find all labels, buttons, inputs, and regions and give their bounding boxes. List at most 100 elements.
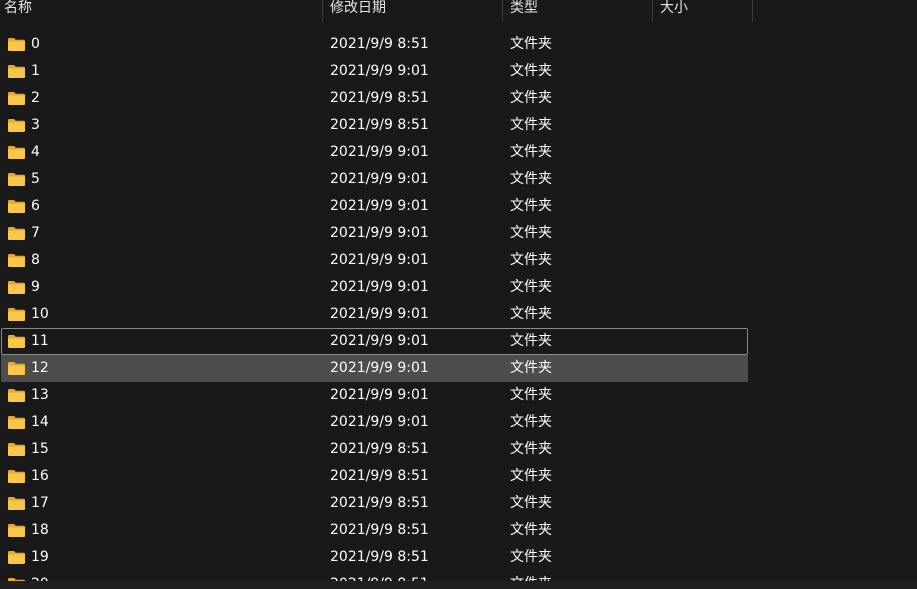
row-date-modified: 2021/9/9 9:01 bbox=[330, 414, 429, 430]
row-name: 14 bbox=[31, 414, 49, 430]
row-name: 12 bbox=[31, 360, 49, 376]
row-date-modified: 2021/9/9 8:51 bbox=[330, 549, 429, 565]
table-row[interactable]: 15 2021/9/9 8:51 文件夹 bbox=[1, 436, 748, 463]
folder-icon bbox=[8, 335, 25, 348]
row-name: 13 bbox=[31, 387, 49, 403]
row-type: 文件夹 bbox=[510, 279, 552, 295]
column-header-type[interactable]: 类型 bbox=[503, 0, 652, 22]
folder-icon bbox=[8, 146, 25, 159]
row-date-modified: 2021/9/9 9:01 bbox=[330, 225, 429, 241]
folder-icon bbox=[8, 119, 25, 132]
folder-icon bbox=[8, 254, 25, 267]
row-type: 文件夹 bbox=[510, 441, 552, 457]
row-date-modified: 2021/9/9 8:51 bbox=[330, 90, 429, 106]
table-row[interactable]: 2 2021/9/9 8:51 文件夹 bbox=[1, 85, 748, 112]
column-header-date-modified[interactable]: 修改日期 bbox=[323, 0, 502, 22]
table-row[interactable]: 12 2021/9/9 9:01 文件夹 bbox=[1, 355, 748, 382]
row-date-modified: 2021/9/9 8:51 bbox=[330, 468, 429, 484]
folder-icon bbox=[8, 308, 25, 321]
row-type: 文件夹 bbox=[510, 252, 552, 268]
folder-icon bbox=[8, 470, 25, 483]
table-row[interactable]: 13 2021/9/9 9:01 文件夹 bbox=[1, 382, 748, 409]
folder-icon bbox=[8, 200, 25, 213]
row-date-modified: 2021/9/9 8:51 bbox=[330, 36, 429, 52]
table-row[interactable]: 16 2021/9/9 8:51 文件夹 bbox=[1, 463, 748, 490]
row-type: 文件夹 bbox=[510, 468, 552, 484]
row-name: 6 bbox=[31, 198, 40, 214]
folder-icon bbox=[8, 281, 25, 294]
row-date-modified: 2021/9/9 9:01 bbox=[330, 387, 429, 403]
folder-icon bbox=[8, 551, 25, 564]
folder-icon bbox=[8, 227, 25, 240]
row-name: 1 bbox=[31, 63, 40, 79]
row-type: 文件夹 bbox=[510, 36, 552, 52]
row-date-modified: 2021/9/9 9:01 bbox=[330, 306, 429, 322]
row-name: 4 bbox=[31, 144, 40, 160]
folder-icon bbox=[8, 362, 25, 375]
row-name: 15 bbox=[31, 441, 49, 457]
column-divider[interactable] bbox=[752, 0, 753, 22]
row-type: 文件夹 bbox=[510, 225, 552, 241]
folder-icon bbox=[8, 443, 25, 456]
row-type: 文件夹 bbox=[510, 360, 552, 376]
table-row[interactable]: 11 2021/9/9 9:01 文件夹 bbox=[1, 328, 748, 355]
table-row[interactable]: 9 2021/9/9 9:01 文件夹 bbox=[1, 274, 748, 301]
folder-icon bbox=[8, 497, 25, 510]
row-date-modified: 2021/9/9 9:01 bbox=[330, 333, 429, 349]
row-type: 文件夹 bbox=[510, 171, 552, 187]
table-row[interactable]: 17 2021/9/9 8:51 文件夹 bbox=[1, 490, 748, 517]
row-name: 19 bbox=[31, 549, 49, 565]
row-name: 10 bbox=[31, 306, 49, 322]
table-row[interactable]: 8 2021/9/9 9:01 文件夹 bbox=[1, 247, 748, 274]
row-name: 5 bbox=[31, 171, 40, 187]
file-explorer-details-view: 名称 修改日期 类型 大小 0 2021/9/9 8:51 文件夹 1 2021/9/9… bbox=[0, 0, 917, 589]
folder-icon bbox=[8, 65, 25, 78]
row-type: 文件夹 bbox=[510, 198, 552, 214]
row-date-modified: 2021/9/9 9:01 bbox=[330, 252, 429, 268]
row-date-modified: 2021/9/9 9:01 bbox=[330, 171, 429, 187]
table-row[interactable]: 18 2021/9/9 8:51 文件夹 bbox=[1, 517, 748, 544]
row-type: 文件夹 bbox=[510, 306, 552, 322]
row-name: 11 bbox=[31, 333, 49, 349]
table-row[interactable]: 1 2021/9/9 9:01 文件夹 bbox=[1, 58, 748, 85]
table-row[interactable]: 4 2021/9/9 9:01 文件夹 bbox=[1, 139, 748, 166]
table-row[interactable]: 10 2021/9/9 9:01 文件夹 bbox=[1, 301, 748, 328]
row-name: 8 bbox=[31, 252, 40, 268]
row-type: 文件夹 bbox=[510, 90, 552, 106]
row-type: 文件夹 bbox=[510, 414, 552, 430]
table-row[interactable]: 5 2021/9/9 9:01 文件夹 bbox=[1, 166, 748, 193]
row-type: 文件夹 bbox=[510, 522, 552, 538]
folder-icon bbox=[8, 173, 25, 186]
column-header-size[interactable]: 大小 bbox=[653, 0, 752, 22]
row-type: 文件夹 bbox=[510, 549, 552, 565]
row-date-modified: 2021/9/9 8:51 bbox=[330, 441, 429, 457]
row-date-modified: 2021/9/9 8:51 bbox=[330, 495, 429, 511]
column-header: 名称 修改日期 类型 大小 bbox=[0, 0, 917, 22]
horizontal-scrollbar-area[interactable] bbox=[0, 581, 917, 589]
row-name: 18 bbox=[31, 522, 49, 538]
table-row[interactable]: 7 2021/9/9 9:01 文件夹 bbox=[1, 220, 748, 247]
folder-icon bbox=[8, 416, 25, 429]
row-type: 文件夹 bbox=[510, 63, 552, 79]
row-name: 7 bbox=[31, 225, 40, 241]
column-header-name[interactable]: 名称 bbox=[0, 0, 322, 22]
folder-icon bbox=[8, 38, 25, 51]
row-name: 0 bbox=[31, 36, 40, 52]
row-date-modified: 2021/9/9 9:01 bbox=[330, 144, 429, 160]
row-date-modified: 2021/9/9 9:01 bbox=[330, 279, 429, 295]
folder-icon bbox=[8, 92, 25, 105]
folder-icon bbox=[8, 389, 25, 402]
table-row[interactable]: 14 2021/9/9 9:01 文件夹 bbox=[1, 409, 748, 436]
row-date-modified: 2021/9/9 9:01 bbox=[330, 63, 429, 79]
row-type: 文件夹 bbox=[510, 117, 552, 133]
table-row[interactable]: 6 2021/9/9 9:01 文件夹 bbox=[1, 193, 748, 220]
row-type: 文件夹 bbox=[510, 495, 552, 511]
row-name: 2 bbox=[31, 90, 40, 106]
row-name: 17 bbox=[31, 495, 49, 511]
table-row[interactable]: 0 2021/9/9 8:51 文件夹 bbox=[1, 31, 748, 58]
table-row[interactable]: 3 2021/9/9 8:51 文件夹 bbox=[1, 112, 748, 139]
row-name: 16 bbox=[31, 468, 49, 484]
row-date-modified: 2021/9/9 8:51 bbox=[330, 117, 429, 133]
folder-icon bbox=[8, 524, 25, 537]
table-row[interactable]: 19 2021/9/9 8:51 文件夹 bbox=[1, 544, 748, 571]
